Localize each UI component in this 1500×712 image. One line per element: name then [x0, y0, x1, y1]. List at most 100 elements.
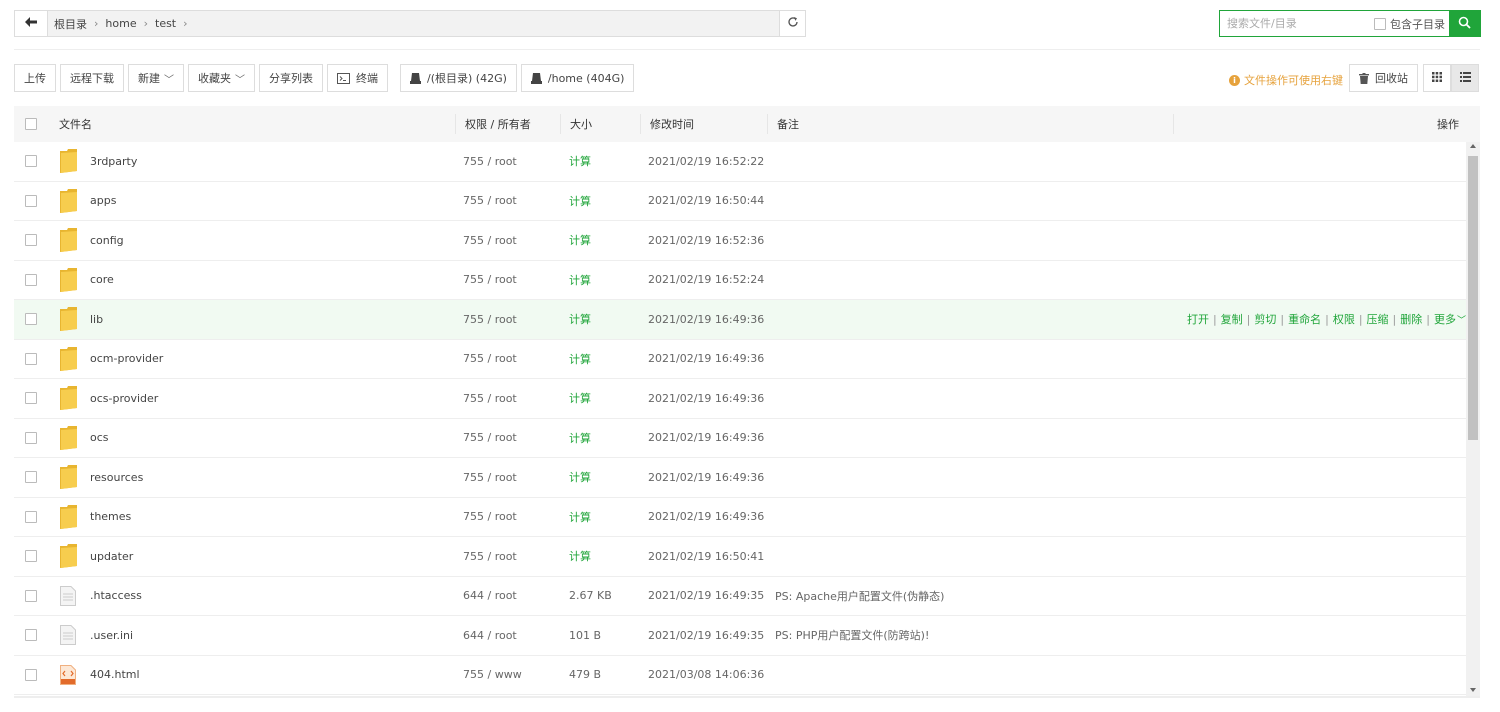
vertical-scrollbar[interactable] [1466, 142, 1480, 696]
table-row[interactable]: 3rdparty 755 / root 计算 2021/02/19 16:52:22 [14, 142, 1466, 182]
row-op-6[interactable]: 删除 [1400, 311, 1422, 327]
checkbox[interactable] [25, 431, 37, 444]
row-op-1[interactable]: 复制 [1221, 311, 1243, 327]
scroll-up-icon[interactable] [1470, 144, 1476, 148]
table-row[interactable]: core 755 / root 计算 2021/02/19 16:52:24 [14, 261, 1466, 300]
list-view-button[interactable] [1451, 64, 1479, 92]
row-checkbox[interactable] [25, 261, 37, 300]
file-name[interactable]: 404.html [90, 656, 140, 695]
file-name[interactable]: resources [90, 458, 143, 497]
calculate-size-link[interactable]: 计算 [569, 221, 591, 260]
row-checkbox[interactable] [25, 498, 37, 537]
file-permission[interactable]: 755 / root [463, 537, 517, 576]
file-name[interactable]: .user.ini [90, 616, 133, 655]
calculate-size-link[interactable]: 计算 [569, 537, 591, 576]
row-checkbox[interactable] [25, 419, 37, 458]
file-name[interactable]: ocm-provider [90, 340, 163, 379]
row-op-0[interactable]: 打开 [1187, 311, 1209, 327]
file-note[interactable]: PS: Apache用户配置文件(伪静态) [775, 577, 944, 616]
file-permission[interactable]: 755 / root [463, 300, 517, 339]
row-checkbox[interactable] [25, 300, 37, 339]
table-row[interactable]: themes 755 / root 计算 2021/02/19 16:49:36 [14, 498, 1466, 537]
file-note[interactable]: PS: PHP用户配置文件(防跨站)! [775, 616, 929, 655]
table-row[interactable]: lib 755 / root 计算 2021/02/19 16:49:36 打开 | 复制 |… [14, 300, 1466, 340]
table-row[interactable]: 404.html 755 / www 479 B 2021/03/08 14:06:3… [14, 656, 1466, 695]
header-size[interactable]: 大小 [570, 106, 592, 142]
row-checkbox[interactable] [25, 221, 37, 260]
table-row[interactable]: ocm-provider 755 / root 计算 2021/02/19 16:49… [14, 340, 1466, 379]
calculate-size-link[interactable]: 计算 [569, 261, 591, 300]
scroll-down-icon[interactable] [1470, 688, 1476, 692]
file-name[interactable]: 3rdparty [90, 142, 137, 181]
scrollbar-thumb[interactable] [1468, 156, 1478, 440]
row-checkbox[interactable] [25, 656, 37, 695]
file-name[interactable]: ocs-provider [90, 379, 158, 418]
table-row[interactable]: apps 755 / root 计算 2021/02/19 16:50:44 [14, 182, 1466, 221]
checkbox[interactable] [25, 510, 37, 523]
file-permission[interactable]: 755 / root [463, 142, 517, 181]
calculate-size-link[interactable]: 计算 [569, 182, 591, 221]
include-subdir-checkbox[interactable]: 包含子目录 [1374, 16, 1445, 32]
row-checkbox[interactable] [25, 537, 37, 576]
select-all-checkbox[interactable] [25, 106, 37, 142]
file-permission[interactable]: 755 / root [463, 221, 517, 260]
row-checkbox[interactable] [25, 458, 37, 497]
row-checkbox[interactable] [25, 577, 37, 616]
grid-view-button[interactable] [1423, 64, 1451, 92]
row-op-7[interactable]: 更多 [1434, 311, 1456, 327]
file-name[interactable]: core [90, 261, 114, 300]
file-name[interactable]: lib [90, 300, 103, 339]
file-name[interactable]: apps [90, 182, 116, 221]
disk-root-button[interactable]: /(根目录) (42G) [400, 64, 517, 92]
checkbox[interactable] [25, 118, 37, 130]
refresh-button[interactable] [779, 11, 805, 36]
file-permission[interactable]: 644 / root [463, 616, 517, 655]
checkbox[interactable] [1374, 17, 1386, 30]
checkbox[interactable] [25, 629, 37, 642]
row-checkbox[interactable] [25, 340, 37, 379]
checkbox[interactable] [25, 589, 37, 602]
row-op-4[interactable]: 权限 [1333, 311, 1355, 327]
calculate-size-link[interactable]: 计算 [569, 340, 591, 379]
checkbox[interactable] [25, 313, 37, 326]
file-permission[interactable]: 755 / root [463, 498, 517, 537]
remote-download-button[interactable]: 远程下载 [60, 64, 124, 92]
checkbox[interactable] [25, 471, 37, 484]
row-op-2[interactable]: 剪切 [1254, 311, 1276, 327]
table-row[interactable]: ocs 755 / root 计算 2021/02/19 16:49:36 [14, 419, 1466, 458]
calculate-size-link[interactable]: 计算 [569, 419, 591, 458]
table-row[interactable]: updater 755 / root 计算 2021/02/19 16:50:41 [14, 537, 1466, 577]
breadcrumb-item-root[interactable]: 根目录 [54, 16, 87, 32]
table-row[interactable]: .user.ini 644 / root 101 B 2021/02/19 16:49… [14, 616, 1466, 656]
file-name[interactable]: updater [90, 537, 133, 576]
search-button[interactable] [1449, 11, 1480, 36]
file-permission[interactable]: 755 / root [463, 182, 517, 221]
row-checkbox[interactable] [25, 142, 37, 181]
disk-home-button[interactable]: /home (404G) [520, 64, 635, 92]
file-permission[interactable]: 755 / root [463, 340, 517, 379]
table-row[interactable]: ocs-provider 755 / root 计算 2021/02/19 16:49… [14, 379, 1466, 419]
calculate-size-link[interactable]: 计算 [569, 458, 591, 497]
row-op-5[interactable]: 压缩 [1367, 311, 1389, 327]
back-button[interactable] [15, 11, 48, 36]
row-op-3[interactable]: 重命名 [1288, 311, 1321, 327]
checkbox[interactable] [25, 550, 37, 563]
checkbox[interactable] [25, 352, 37, 365]
checkbox[interactable] [25, 392, 37, 405]
calculate-size-link[interactable]: 计算 [569, 379, 591, 418]
file-name[interactable]: .htaccess [90, 577, 142, 616]
file-permission[interactable]: 755 / root [463, 458, 517, 497]
table-row[interactable]: config 755 / root 计算 2021/02/19 16:52:36 [14, 221, 1466, 261]
table-row[interactable]: .htaccess 644 / root 2.67 KB 2021/02/19 16:… [14, 577, 1466, 616]
file-permission[interactable]: 755 / root [463, 379, 517, 418]
share-list-button[interactable]: 分享列表 [259, 64, 323, 92]
checkbox[interactable] [25, 668, 37, 681]
file-name[interactable]: ocs [90, 419, 109, 458]
upload-button[interactable]: 上传 [14, 64, 56, 92]
chevron-down-icon[interactable]: ﹀ [1457, 313, 1466, 326]
recycle-bin-button[interactable]: 回收站 [1349, 64, 1418, 92]
breadcrumb-item-test[interactable]: test [155, 17, 176, 30]
file-permission[interactable]: 755 / root [463, 419, 517, 458]
header-permission[interactable]: 权限 / 所有者 [465, 106, 531, 142]
file-name[interactable]: config [90, 221, 124, 260]
